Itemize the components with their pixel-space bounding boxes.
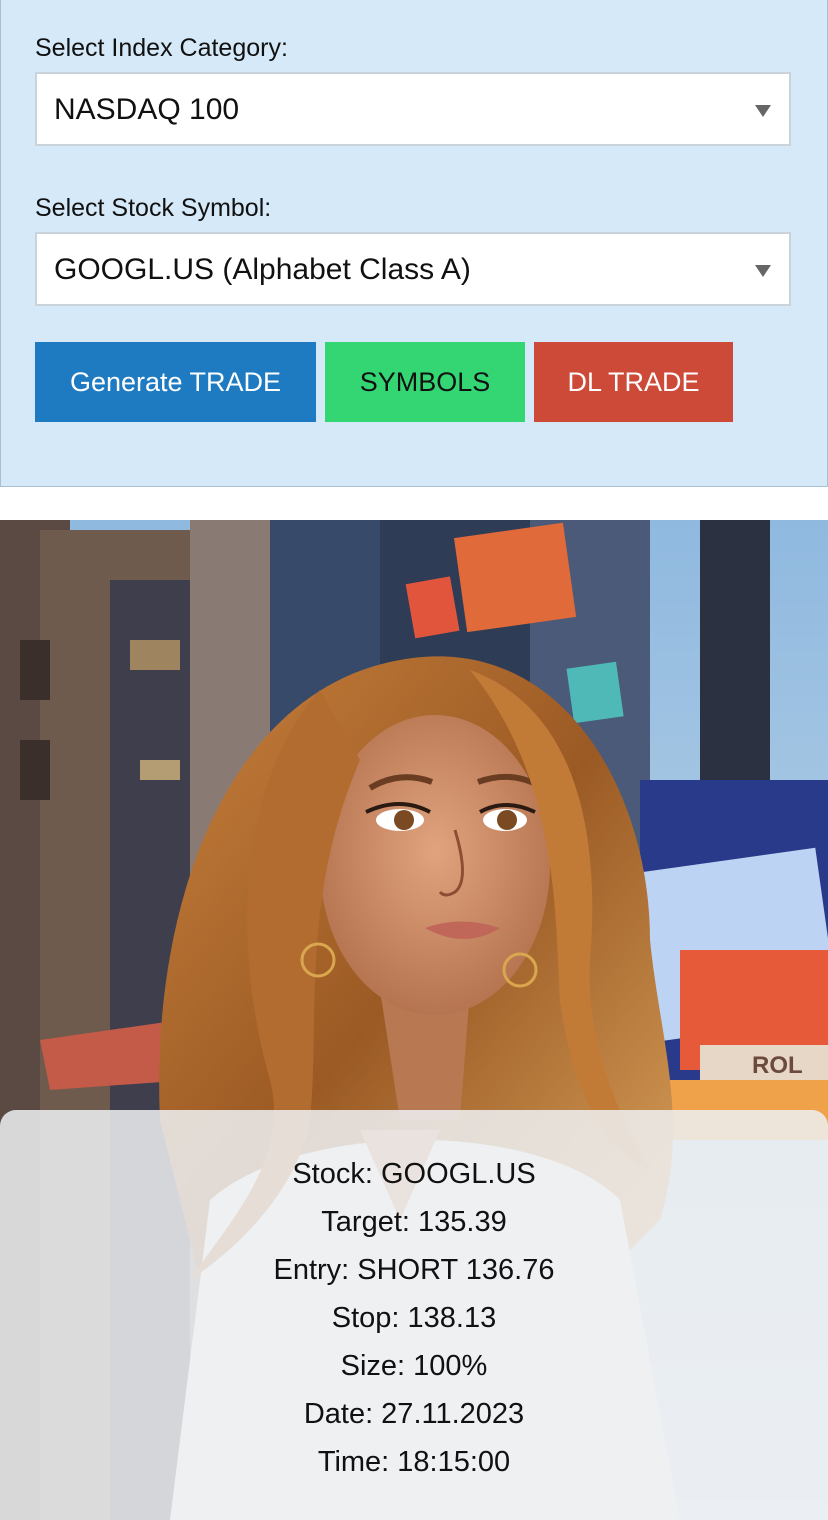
trade-stop: Stop: 138.13 bbox=[331, 1302, 497, 1334]
trade-size: Size: 100% bbox=[340, 1350, 488, 1382]
stock-symbol-select[interactable]: GOOGL.US (Alphabet Class A) bbox=[35, 232, 791, 306]
trade-stock: Stock: GOOGL.US bbox=[292, 1158, 536, 1190]
stock-symbol-label: Select Stock Symbol: bbox=[35, 194, 272, 222]
trade-entry: Entry: SHORT 136.76 bbox=[273, 1254, 555, 1286]
index-category-label: Select Index Category: bbox=[35, 34, 288, 62]
dl-trade-button[interactable]: DL TRADE bbox=[534, 342, 733, 422]
symbols-button[interactable]: SYMBOLS bbox=[325, 342, 525, 422]
index-category-select[interactable]: NASDAQ 100 bbox=[35, 72, 791, 146]
trade-target: Target: 135.39 bbox=[321, 1206, 507, 1238]
trade-date: Date: 27.11.2023 bbox=[303, 1398, 525, 1430]
chevron-down-icon bbox=[755, 265, 771, 277]
trade-info-card: Stock: GOOGL.US Target: 135.39 Entry: SH… bbox=[0, 1110, 828, 1520]
generate-trade-button[interactable]: Generate TRADE bbox=[35, 342, 316, 422]
store-sign-text: ROL bbox=[752, 1052, 803, 1079]
trade-form-panel: Select Index Category: NASDAQ 100 Select… bbox=[0, 0, 828, 487]
chevron-down-icon bbox=[755, 105, 771, 117]
stock-symbol-value: GOOGL.US (Alphabet Class A) bbox=[54, 253, 471, 286]
trade-time: Time: 18:15:00 bbox=[317, 1446, 511, 1478]
index-category-value: NASDAQ 100 bbox=[54, 93, 240, 126]
